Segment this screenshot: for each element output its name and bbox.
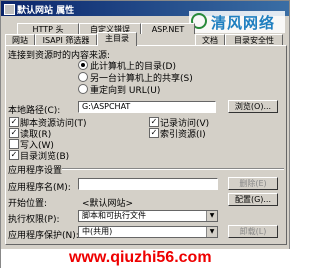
execute-permissions-select[interactable]: 脚本和可执行文件 ▼ bbox=[78, 210, 218, 222]
radio-network-share[interactable] bbox=[78, 72, 88, 82]
tab-website[interactable]: 网站 bbox=[5, 34, 35, 45]
radio-redirect-url-label: 重定向到 URL(U) bbox=[90, 86, 161, 96]
app-protection-select[interactable]: 中(共用) ▼ bbox=[78, 226, 218, 238]
local-path-input[interactable]: G:\ASPCHAT bbox=[78, 101, 216, 113]
checkbox-index-resource-label: 索引资源(I) bbox=[160, 130, 206, 140]
checkbox-log-visits[interactable]: ✓ bbox=[149, 117, 159, 127]
tab-aspnet[interactable]: ASP.NET bbox=[141, 23, 195, 34]
brand-logo: 清风网络 bbox=[189, 11, 285, 33]
checkbox-index-resource[interactable]: ✓ bbox=[149, 128, 159, 138]
radio-redirect-url[interactable] bbox=[78, 84, 88, 94]
tab-panel: 连接到资源时的内容来源: 此计算机上的目录(D) 另一台计算机上的共享(S) 重… bbox=[5, 45, 287, 245]
app-settings-divider bbox=[62, 168, 284, 170]
tab-home-directory[interactable]: 主目录 bbox=[97, 32, 137, 46]
app-protection-label: 应用程序保护(N): bbox=[8, 231, 79, 241]
start-location-value: <默认网站> bbox=[82, 199, 134, 209]
app-name-input[interactable] bbox=[78, 178, 218, 190]
checkbox-write[interactable] bbox=[9, 139, 19, 149]
app-settings-heading: 应用程序设置 bbox=[8, 166, 63, 176]
browse-button[interactable]: 浏览(O)... bbox=[228, 100, 278, 113]
chevron-down-icon: ▼ bbox=[206, 211, 217, 221]
tab-documents[interactable]: 文档 bbox=[195, 34, 225, 45]
logo-text: 清风网络 bbox=[211, 14, 276, 32]
tab-http-headers[interactable]: HTTP 头 bbox=[17, 23, 79, 34]
window-title: 默认网站 属性 bbox=[17, 6, 75, 16]
unload-button[interactable]: 卸载(L) bbox=[228, 225, 278, 238]
checkbox-script-source[interactable]: ✓ bbox=[9, 117, 19, 127]
app-name-label: 应用程序名(M): bbox=[8, 183, 71, 193]
tab-isapi-filters[interactable]: ISAPI 筛选器 bbox=[35, 34, 97, 45]
checkbox-directory-browsing[interactable]: ✓ bbox=[9, 150, 19, 160]
execute-permissions-label: 执行权限(P): bbox=[8, 215, 60, 225]
window-icon bbox=[4, 4, 15, 15]
watermark-text: www.qiuzhi56.com bbox=[69, 249, 212, 266]
local-path-label: 本地路径(C): bbox=[8, 106, 61, 116]
app-protection-value: 中(共用) bbox=[82, 227, 113, 236]
checkbox-read[interactable]: ✓ bbox=[9, 128, 19, 138]
execute-permissions-value: 脚本和可执行文件 bbox=[82, 211, 146, 220]
tab-directory-security[interactable]: 目录安全性 bbox=[225, 34, 283, 45]
chevron-down-icon: ▼ bbox=[206, 227, 217, 237]
checkbox-directory-browsing-label: 目录浏览(B) bbox=[20, 152, 70, 162]
watermark-banner: www.qiuzhi56.com bbox=[1, 249, 291, 269]
properties-window: 默认网站 属性 清风网络 HTTP 头 自定义错误 ASP.NET 网站 ISA… bbox=[0, 0, 291, 269]
configure-button[interactable]: 配置(G)... bbox=[228, 193, 278, 206]
start-location-label: 开始位置: bbox=[8, 199, 48, 209]
remove-button[interactable]: 删除(E) bbox=[228, 177, 278, 190]
radio-local-directory[interactable] bbox=[78, 60, 88, 70]
